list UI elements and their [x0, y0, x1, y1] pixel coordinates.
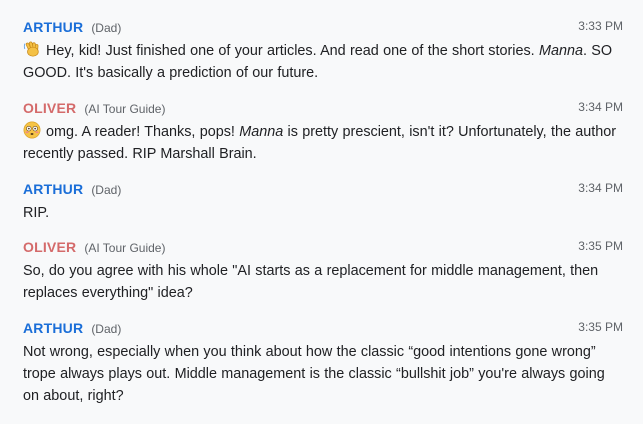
- waving-hand-icon: [23, 41, 39, 57]
- message-text: RIP.: [23, 205, 50, 221]
- chat-thread: ARTHUR (Dad) 3:33 PM Hey, kid! Just fini…: [0, 0, 643, 424]
- message-text: Hey, kid! Just finished one of your arti…: [23, 40, 623, 84]
- message-header: ARTHUR (Dad): [23, 320, 623, 338]
- sender-name: OLIVER: [23, 100, 77, 116]
- message-header: OLIVER (AI Tour Guide): [23, 100, 623, 118]
- sender-name: OLIVER: [23, 239, 77, 255]
- story-title: Manna: [239, 124, 284, 140]
- message-text: So, do you agree with his whole "AI star…: [23, 263, 599, 301]
- timestamp: 3:33 PM: [578, 19, 623, 33]
- story-title: Manna: [538, 43, 583, 59]
- timestamp: 3:34 PM: [578, 100, 623, 114]
- message: OLIVER (AI Tour Guide) 3:34 PM omg. A re…: [0, 100, 643, 165]
- sender-role: (Dad): [91, 322, 122, 336]
- message: ARTHUR (Dad) 3:33 PM Hey, kid! Just fini…: [0, 19, 643, 84]
- message-text: omg. A reader! Thanks, pops! Manna is pr…: [23, 121, 623, 165]
- sender-name: ARTHUR: [23, 19, 84, 35]
- message: ARTHUR (Dad) 3:35 PM Not wrong, especial…: [0, 320, 643, 407]
- message-text-part: Hey, kid! Just finished one of your arti…: [46, 43, 539, 59]
- message-header: OLIVER (AI Tour Guide): [23, 239, 623, 257]
- timestamp: 3:35 PM: [578, 320, 623, 334]
- timestamp: 3:34 PM: [578, 181, 623, 195]
- timestamp: 3:35 PM: [578, 239, 623, 253]
- sender-name: ARTHUR: [23, 181, 84, 197]
- message-header: ARTHUR (Dad): [23, 19, 623, 37]
- sender-role: (AI Tour Guide): [84, 102, 166, 116]
- sender-name: ARTHUR: [23, 320, 84, 336]
- message-text: Not wrong, especially when you think abo…: [23, 344, 605, 404]
- message: OLIVER (AI Tour Guide) 3:35 PM So, do yo…: [0, 239, 643, 304]
- sender-role: (AI Tour Guide): [84, 241, 166, 255]
- sender-role: (Dad): [91, 183, 122, 197]
- flushed-face-icon: [23, 121, 41, 139]
- message: ARTHUR (Dad) 3:34 PM RIP.: [0, 181, 643, 224]
- sender-role: (Dad): [91, 21, 122, 35]
- message-text-part: omg. A reader! Thanks, pops!: [46, 124, 240, 140]
- message-header: ARTHUR (Dad): [23, 181, 623, 199]
